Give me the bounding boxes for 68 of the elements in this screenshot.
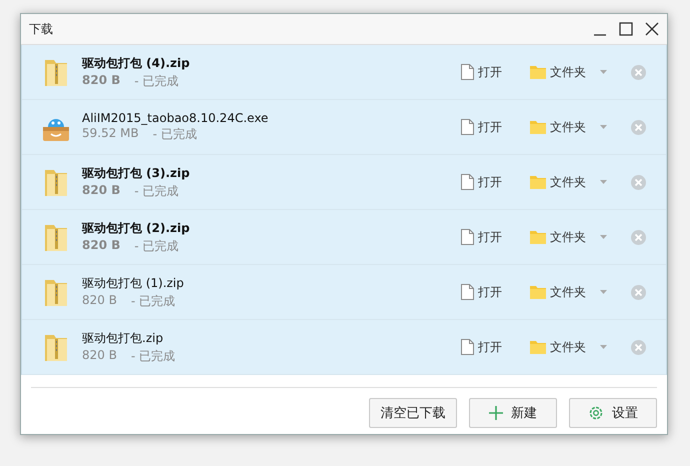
document-icon <box>461 339 474 355</box>
remove-icon[interactable] <box>631 230 646 244</box>
download-row[interactable]: 驱动包打包 (2).zip 820 B - 已完成 打开 文件夹 <box>22 210 666 265</box>
download-status: - 已完成 <box>134 182 179 200</box>
remove-icon[interactable] <box>631 64 646 80</box>
file-size: 820 B <box>82 348 117 364</box>
document-icon <box>461 174 474 190</box>
open-folder-button[interactable]: 文件夹 <box>530 338 586 356</box>
folder-icon <box>530 120 546 134</box>
download-status: - 已完成 <box>152 126 197 143</box>
open-file-button[interactable]: 打开 <box>461 284 502 300</box>
remove-icon[interactable] <box>631 340 646 354</box>
download-row[interactable]: 驱动包打包.zip 820 B - 已完成 打开 文件夹 <box>22 320 666 375</box>
open-folder-button[interactable]: 文件夹 <box>530 174 586 190</box>
file-name: 驱动包打包 (2).zip <box>82 220 191 236</box>
caret-icon[interactable] <box>600 125 607 129</box>
maximize-icon[interactable] <box>619 22 633 36</box>
file-name: 驱动包打包 (4).zip <box>82 54 191 72</box>
caret-icon[interactable] <box>600 290 607 294</box>
folder-icon <box>530 285 546 299</box>
folder-icon <box>530 230 546 244</box>
caret-icon[interactable] <box>600 235 607 239</box>
open-folder-button[interactable]: 文件夹 <box>530 284 586 300</box>
caret-icon[interactable] <box>600 345 607 349</box>
download-row[interactable]: AliIM2015_taobao8.10.24C.exe 59.52 MB - 已完成 打开 文件夹 <box>22 100 666 155</box>
open-folder-button[interactable]: 文件夹 <box>530 64 586 80</box>
download-row[interactable]: 驱动包打包 (3).zip 820 B - 已完成 打开 文件夹 <box>22 155 666 210</box>
file-size: 820 B <box>82 182 120 198</box>
open-file-button[interactable]: 打开 <box>461 228 502 246</box>
file-name: AliIM2015_taobao8.10.24C.exe <box>82 111 270 125</box>
open-file-button[interactable]: 打开 <box>461 64 502 80</box>
download-row[interactable]: 驱动包打包 (4).zip 820 B - 已完成 打开 文件夹 <box>22 45 666 100</box>
file-size: 59.52 MB <box>82 126 139 142</box>
file-size: 820 B <box>82 72 120 88</box>
document-icon <box>461 284 474 300</box>
file-name: 驱动包打包 (1).zip <box>82 274 185 292</box>
close-icon[interactable] <box>645 22 659 36</box>
folder-icon <box>530 340 546 354</box>
settings-icon <box>588 405 604 421</box>
caret-icon[interactable] <box>600 180 607 184</box>
document-icon <box>461 229 474 245</box>
remove-icon[interactable] <box>631 120 646 134</box>
file-name: 驱动包打包.zip <box>82 330 164 346</box>
document-icon <box>461 119 474 135</box>
folder-icon <box>530 175 546 189</box>
remove-icon[interactable] <box>631 284 646 300</box>
open-file-button[interactable]: 打开 <box>461 118 502 136</box>
plus-icon <box>489 406 503 420</box>
folder-icon <box>530 65 546 79</box>
file-size: 820 B <box>82 292 117 308</box>
file-size: 820 B <box>82 238 120 254</box>
download-status: - 已完成 <box>134 72 179 90</box>
download-status: - 已完成 <box>130 292 176 310</box>
file-name: 驱动包打包 (3).zip <box>82 164 191 182</box>
open-file-button[interactable]: 打开 <box>461 174 502 190</box>
remove-icon[interactable] <box>631 174 646 190</box>
settings-button[interactable]: 设置 <box>569 398 657 428</box>
download-status: - 已完成 <box>134 238 179 254</box>
clear-downloads-button[interactable]: 清空已下载 <box>369 398 457 428</box>
caret-icon[interactable] <box>600 70 607 74</box>
open-file-button[interactable]: 打开 <box>461 338 502 356</box>
window-title: 下载 <box>29 20 54 38</box>
document-icon <box>461 64 474 80</box>
download-row[interactable]: 驱动包打包 (1).zip 820 B - 已完成 打开 文件夹 <box>22 265 666 320</box>
open-folder-button[interactable]: 文件夹 <box>530 228 586 246</box>
download-status: - 已完成 <box>130 348 176 364</box>
open-folder-button[interactable]: 文件夹 <box>530 118 586 136</box>
new-download-button[interactable]: 新建 <box>469 398 557 428</box>
